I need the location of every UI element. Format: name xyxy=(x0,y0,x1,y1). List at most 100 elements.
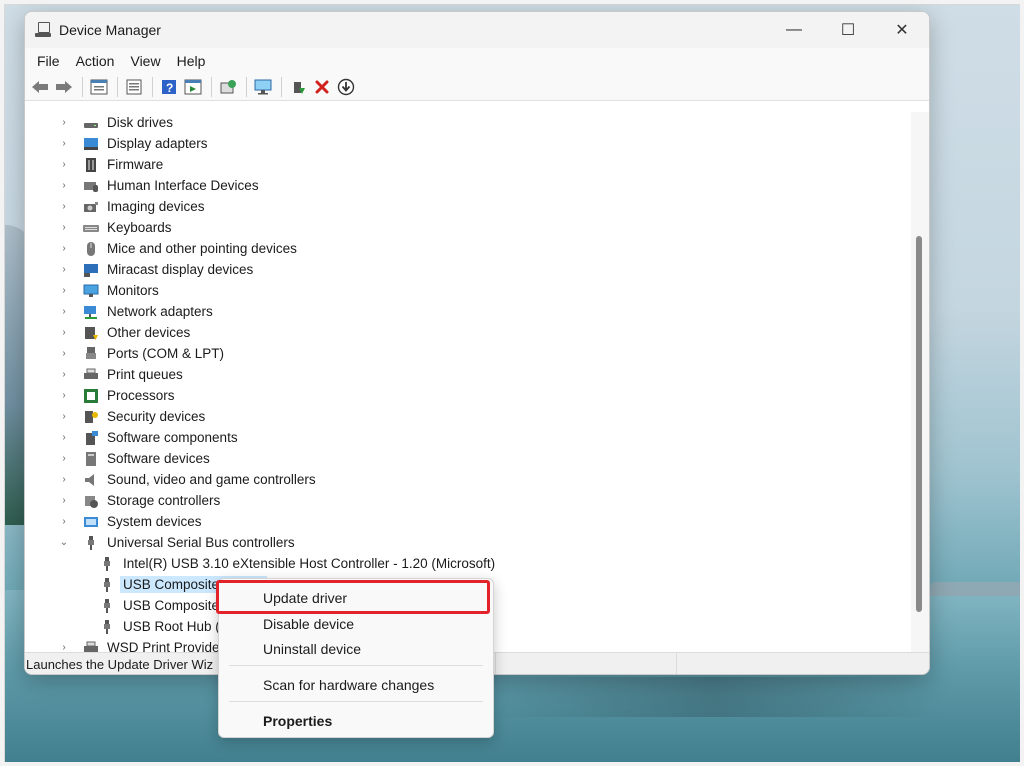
tree-category[interactable]: › Software devices xyxy=(25,448,911,469)
menu-file[interactable]: File xyxy=(29,53,68,69)
tree-item-label: Miracast display devices xyxy=(107,262,254,277)
usb-icon xyxy=(99,619,115,635)
menu-separator xyxy=(229,701,483,702)
tree-category-usb[interactable]: ⌄ Universal Serial Bus controllers xyxy=(25,532,911,553)
storage-icon xyxy=(83,493,99,509)
title-bar[interactable]: Device Manager — ☐ ✕ xyxy=(25,12,929,48)
view-icon[interactable] xyxy=(123,76,145,98)
expand-icon[interactable]: › xyxy=(57,306,71,317)
port-icon xyxy=(83,346,99,362)
expand-icon[interactable]: › xyxy=(57,453,71,464)
tree-category[interactable]: › Display adapters xyxy=(25,133,911,154)
action-icon[interactable] xyxy=(182,76,204,98)
tree-category[interactable]: › Storage controllers xyxy=(25,490,911,511)
tree-category[interactable]: › Monitors xyxy=(25,280,911,301)
menu-action[interactable]: Action xyxy=(68,53,123,69)
tree-category[interactable]: › System devices xyxy=(25,511,911,532)
expand-icon[interactable]: › xyxy=(57,180,71,191)
tree-item-label: Processors xyxy=(107,388,175,403)
uninstall-icon[interactable] xyxy=(311,76,333,98)
tree-item-label: Keyboards xyxy=(107,220,172,235)
tree-category[interactable]: › Sound, video and game controllers xyxy=(25,469,911,490)
tree-category[interactable]: › Print queues xyxy=(25,364,911,385)
tree-item-label: Software devices xyxy=(107,451,210,466)
tree-category[interactable]: › Imaging devices xyxy=(25,196,911,217)
expand-icon[interactable]: › xyxy=(57,411,71,422)
other-device-icon xyxy=(83,325,99,341)
hid-icon xyxy=(83,178,99,194)
tree-category[interactable]: › Keyboards xyxy=(25,217,911,238)
tree-category[interactable]: › Miracast display devices xyxy=(25,259,911,280)
tree-category[interactable]: › Ports (COM & LPT) xyxy=(25,343,911,364)
disable-device-menu-item[interactable]: Disable device xyxy=(223,611,489,637)
tree-category[interactable]: › Firmware xyxy=(25,154,911,175)
usb-icon xyxy=(99,598,115,614)
expand-icon[interactable]: › xyxy=(57,642,71,652)
close-button[interactable]: ✕ xyxy=(875,12,929,48)
tree-category[interactable]: › Software components xyxy=(25,427,911,448)
properties-menu-item[interactable]: Properties xyxy=(223,708,489,734)
toolbar-separator xyxy=(152,77,153,97)
tree-item-label: Sound, video and game controllers xyxy=(107,472,316,487)
toolbar-separator xyxy=(211,77,212,97)
uninstall-device-menu-item[interactable]: Uninstall device xyxy=(223,636,489,662)
tree-item-label: USB Composite xyxy=(123,598,220,613)
expand-icon[interactable]: › xyxy=(57,327,71,338)
tree-category[interactable]: › Security devices xyxy=(25,406,911,427)
tree-item-label: Firmware xyxy=(107,157,164,172)
expand-icon[interactable]: › xyxy=(57,201,71,212)
menu-help[interactable]: Help xyxy=(169,53,214,69)
camera-icon xyxy=(83,199,99,215)
enable-icon[interactable] xyxy=(335,76,357,98)
monitor-icon[interactable] xyxy=(252,76,274,98)
firmware-icon xyxy=(83,157,99,173)
tree-item-label: Intel(R) USB 3.10 eXtensible Host Contro… xyxy=(123,556,496,571)
tree-item-label: Security devices xyxy=(107,409,206,424)
printer-icon xyxy=(83,640,99,653)
help-icon[interactable]: ? xyxy=(158,76,180,98)
expand-icon[interactable]: › xyxy=(57,390,71,401)
monitor-icon xyxy=(83,283,99,299)
forward-icon[interactable] xyxy=(53,76,75,98)
tree-category[interactable]: › Disk drives xyxy=(25,112,911,133)
minimize-button[interactable]: — xyxy=(767,12,821,48)
tree-category[interactable]: › Processors xyxy=(25,385,911,406)
expand-icon[interactable]: › xyxy=(57,369,71,380)
back-icon[interactable] xyxy=(29,76,51,98)
collapse-icon[interactable]: ⌄ xyxy=(57,537,71,548)
tree-item-label: System devices xyxy=(107,514,202,529)
vertical-scrollbar[interactable] xyxy=(911,112,929,652)
tree-device[interactable]: Intel(R) USB 3.10 eXtensible Host Contro… xyxy=(25,553,911,574)
expand-icon[interactable]: › xyxy=(57,495,71,506)
device-tree: › Disk drives › Display adapters › Firmware › H… xyxy=(25,112,911,652)
tree-category[interactable]: › Human Interface Devices xyxy=(25,175,911,196)
scrollbar-thumb[interactable] xyxy=(916,236,922,612)
expand-icon[interactable]: › xyxy=(57,516,71,527)
expand-icon[interactable]: › xyxy=(57,159,71,170)
expand-icon[interactable]: › xyxy=(57,222,71,233)
menu-view[interactable]: View xyxy=(122,53,168,69)
tree-category[interactable]: › Mice and other pointing devices xyxy=(25,238,911,259)
tree-category[interactable]: › Network adapters xyxy=(25,301,911,322)
expand-icon[interactable]: › xyxy=(57,348,71,359)
network-icon xyxy=(83,304,99,320)
scan-icon[interactable] xyxy=(217,76,239,98)
expand-icon[interactable]: › xyxy=(57,285,71,296)
expand-icon[interactable]: › xyxy=(57,117,71,128)
expand-icon[interactable]: › xyxy=(57,138,71,149)
expand-icon[interactable]: › xyxy=(57,243,71,254)
tree-item-label: Imaging devices xyxy=(107,199,205,214)
tree-category[interactable]: › Other devices xyxy=(25,322,911,343)
maximize-button[interactable]: ☐ xyxy=(821,12,875,48)
expand-icon[interactable]: › xyxy=(57,432,71,443)
tree-item-label: Print queues xyxy=(107,367,183,382)
security-icon xyxy=(83,409,99,425)
device-manager-icon xyxy=(35,22,51,38)
usb-icon xyxy=(99,577,115,593)
toolbar-separator xyxy=(246,77,247,97)
expand-icon[interactable]: › xyxy=(57,474,71,485)
properties-icon[interactable] xyxy=(88,76,110,98)
update-driver-icon[interactable] xyxy=(287,76,309,98)
expand-icon[interactable]: › xyxy=(57,264,71,275)
scan-hardware-menu-item[interactable]: Scan for hardware changes xyxy=(223,672,489,698)
